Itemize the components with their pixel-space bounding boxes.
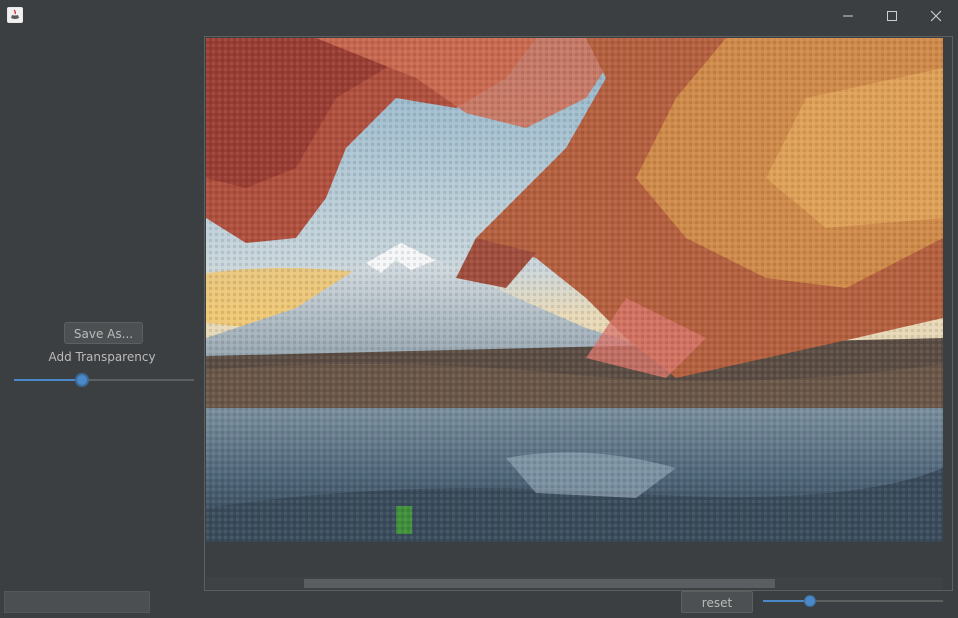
minimize-button[interactable] bbox=[826, 0, 870, 31]
status-field bbox=[4, 591, 150, 613]
minimize-icon bbox=[843, 15, 853, 16]
zoom-slider-fill bbox=[763, 600, 810, 602]
zoom-slider[interactable] bbox=[763, 595, 943, 607]
mosaic-image bbox=[206, 38, 943, 542]
close-button[interactable] bbox=[914, 0, 958, 31]
title-bar bbox=[0, 0, 958, 31]
transparency-slider-fill bbox=[14, 379, 82, 381]
image-viewport[interactable] bbox=[204, 36, 953, 591]
reset-button[interactable]: reset bbox=[681, 591, 753, 613]
horizontal-scrollbar[interactable] bbox=[206, 577, 943, 589]
control-panel: Save As... Add Transparency bbox=[0, 31, 204, 591]
transparency-slider[interactable] bbox=[14, 373, 194, 387]
horizontal-scrollbar-thumb[interactable] bbox=[304, 579, 775, 588]
maximize-icon bbox=[887, 10, 897, 21]
close-icon bbox=[930, 10, 942, 21]
transparency-label: Add Transparency bbox=[48, 350, 156, 364]
save-as-button[interactable]: Save As... bbox=[64, 322, 143, 344]
zoom-slider-thumb[interactable] bbox=[804, 595, 816, 607]
maximize-button[interactable] bbox=[870, 0, 914, 31]
transparency-slider-thumb[interactable] bbox=[75, 373, 89, 387]
app-icon bbox=[7, 7, 23, 23]
